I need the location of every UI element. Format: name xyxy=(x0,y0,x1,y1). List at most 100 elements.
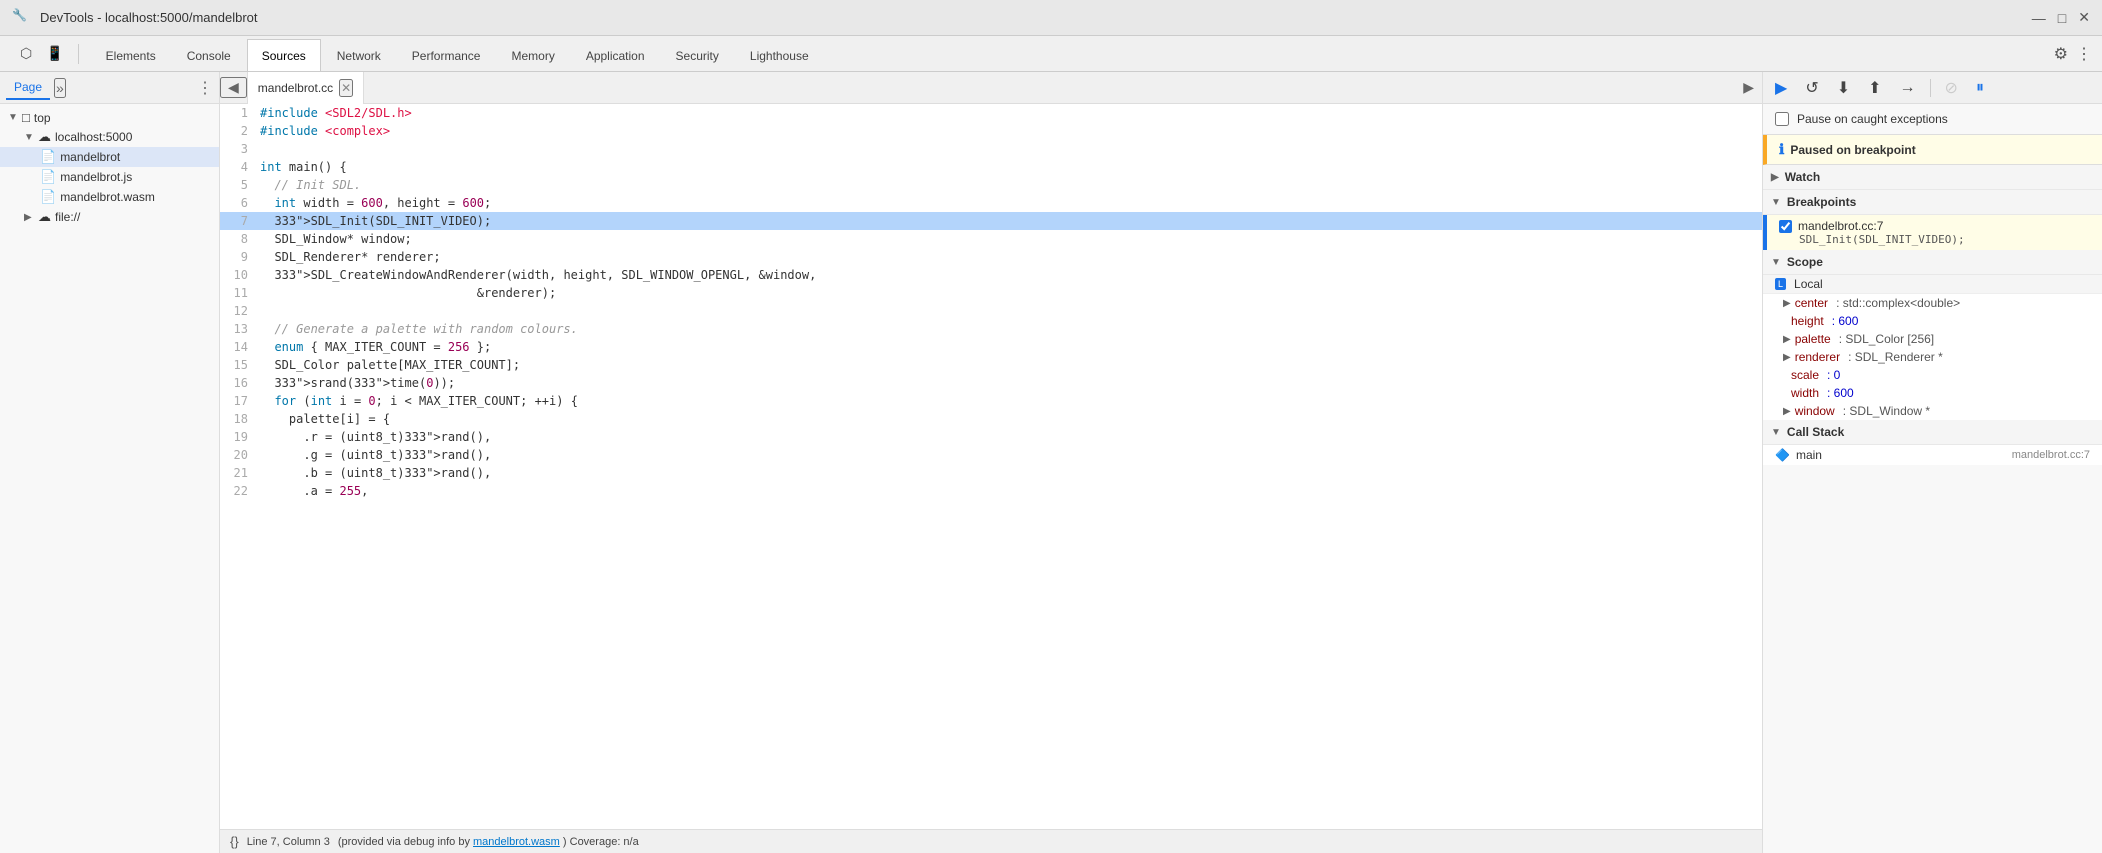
scope-item-window[interactable]: ▶ window : SDL_Window * xyxy=(1763,402,2102,420)
settings-button[interactable]: ⚙ xyxy=(2054,44,2068,64)
tab-elements[interactable]: Elements xyxy=(91,39,171,71)
breakpoint-status: ℹ Paused on breakpoint xyxy=(1763,135,2102,165)
line-content-16: 333">srand(333">time(0)); xyxy=(260,374,1762,392)
code-line-15[interactable]: 15 SDL_Color palette[MAX_ITER_COUNT]; xyxy=(220,356,1762,374)
code-line-5[interactable]: 5 // Init SDL. xyxy=(220,176,1762,194)
scope-key-palette: palette xyxy=(1795,332,1831,346)
tab-performance[interactable]: Performance xyxy=(397,39,496,71)
breakpoints-header[interactable]: ▼ Breakpoints xyxy=(1763,190,2102,215)
maximize-button[interactable]: □ xyxy=(2058,9,2066,26)
code-line-9[interactable]: 9 SDL_Renderer* renderer; xyxy=(220,248,1762,266)
code-editor[interactable]: 1#include <SDL2/SDL.h>2#include <complex… xyxy=(220,104,1762,829)
tab-lighthouse[interactable]: Lighthouse xyxy=(735,39,824,71)
code-line-16[interactable]: 16 333">srand(333">time(0)); xyxy=(220,374,1762,392)
editor-tab-close-button[interactable]: ✕ xyxy=(339,79,353,97)
tab-memory[interactable]: Memory xyxy=(496,39,569,71)
more-options-button[interactable]: ⋮ xyxy=(2076,44,2092,64)
tree-item-top[interactable]: ▼ □ top xyxy=(0,108,219,127)
scope-key-width: width xyxy=(1791,386,1819,400)
scope-item-center[interactable]: ▶ center : std::complex<double> xyxy=(1763,294,2102,312)
scope-key-height: height xyxy=(1791,314,1824,328)
code-line-6[interactable]: 6 int width = 600, height = 600; xyxy=(220,194,1762,212)
tab-security[interactable]: Security xyxy=(661,39,734,71)
panel-menu-button[interactable]: ⋮ xyxy=(197,78,213,98)
scope-value-center: : std::complex<double> xyxy=(1836,296,1960,310)
code-line-11[interactable]: 11 &renderer); xyxy=(220,284,1762,302)
more-tabs-button[interactable]: » xyxy=(54,78,66,98)
scope-item-palette[interactable]: ▶ palette : SDL_Color [256] xyxy=(1763,330,2102,348)
deactivate-breakpoints-button[interactable]: ⊘ xyxy=(1941,76,1962,100)
devtools-icon: 🔧 xyxy=(12,8,32,28)
code-line-17[interactable]: 17 for (int i = 0; i < MAX_ITER_COUNT; +… xyxy=(220,392,1762,410)
editor-tab-mandelbrot[interactable]: mandelbrot.cc ✕ xyxy=(247,72,364,104)
code-line-20[interactable]: 20 .g = (uint8_t)333">rand(), xyxy=(220,446,1762,464)
callstack-header[interactable]: ▼ Call Stack xyxy=(1763,420,2102,445)
code-line-19[interactable]: 19 .r = (uint8_t)333">rand(), xyxy=(220,428,1762,446)
step-into-button[interactable]: ⬇ xyxy=(1833,76,1854,100)
code-line-22[interactable]: 22 .a = 255, xyxy=(220,482,1762,500)
tree-item-mandelbrot[interactable]: 📄 mandelbrot xyxy=(0,147,219,167)
line-number-7: 7 xyxy=(220,212,260,230)
tree-label-top: top xyxy=(34,111,51,125)
page-tab[interactable]: Page xyxy=(6,76,50,100)
code-line-8[interactable]: 8 SDL_Window* window; xyxy=(220,230,1762,248)
debug-sections: ▶ Watch ▼ Breakpoints mandelbrot.cc:7 xyxy=(1763,165,2102,853)
tree-item-mandelbrot-js[interactable]: 📄 mandelbrot.js xyxy=(0,167,219,187)
tab-sources[interactable]: Sources xyxy=(247,39,321,71)
line-number-3: 3 xyxy=(220,140,260,158)
pause-on-exceptions-button[interactable]: ⏸ xyxy=(1972,77,1988,99)
line-content-22: .a = 255, xyxy=(260,482,1762,500)
code-line-4[interactable]: 4int main() { xyxy=(220,158,1762,176)
code-line-21[interactable]: 21 .b = (uint8_t)333">rand(), xyxy=(220,464,1762,482)
callstack-item-main[interactable]: 🔷 main mandelbrot.cc:7 xyxy=(1763,445,2102,465)
code-line-2[interactable]: 2#include <complex> xyxy=(220,122,1762,140)
code-line-18[interactable]: 18 palette[i] = { xyxy=(220,410,1762,428)
scope-header[interactable]: ▼ Scope xyxy=(1763,250,2102,275)
code-line-13[interactable]: 13 // Generate a palette with random col… xyxy=(220,320,1762,338)
device-toolbar-button[interactable]: 📱 xyxy=(42,41,67,66)
line-content-7: 333">SDL_Init(SDL_INIT_VIDEO); xyxy=(260,212,1762,230)
scope-item-renderer[interactable]: ▶ renderer : SDL_Renderer * xyxy=(1763,348,2102,366)
line-content-11: &renderer); xyxy=(260,284,1762,302)
tree-item-mandelbrot-wasm[interactable]: 📄 mandelbrot.wasm xyxy=(0,187,219,207)
scope-local-header[interactable]: L Local xyxy=(1763,275,2102,294)
line-number-2: 2 xyxy=(220,122,260,140)
code-line-10[interactable]: 10 333">SDL_CreateWindowAndRenderer(widt… xyxy=(220,266,1762,284)
step-button[interactable]: → xyxy=(1896,77,1920,99)
line-number-12: 12 xyxy=(220,302,260,320)
tab-icon-separator xyxy=(78,44,79,64)
step-over-button[interactable]: ↺ xyxy=(1801,76,1822,100)
code-line-3[interactable]: 3 xyxy=(220,140,1762,158)
step-out-button[interactable]: ⬆ xyxy=(1864,76,1885,100)
line-number-20: 20 xyxy=(220,446,260,464)
breakpoint-checkbox[interactable] xyxy=(1779,220,1792,233)
code-line-1[interactable]: 1#include <SDL2/SDL.h> xyxy=(220,104,1762,122)
close-button[interactable]: ✕ xyxy=(2078,9,2090,26)
tab-application[interactable]: Application xyxy=(571,39,660,71)
scope-key-scale: scale xyxy=(1791,368,1819,382)
pause-exceptions-checkbox[interactable] xyxy=(1775,112,1789,126)
line-content-10: 333">SDL_CreateWindowAndRenderer(width, … xyxy=(260,266,1762,284)
scope-key-window: window xyxy=(1795,404,1835,418)
editor-tab-back[interactable]: ◀ xyxy=(220,77,247,98)
code-line-7[interactable]: 7 333">SDL_Init(SDL_INIT_VIDEO); xyxy=(220,212,1762,230)
wasm-link[interactable]: mandelbrot.wasm xyxy=(473,836,560,848)
tab-console[interactable]: Console xyxy=(172,39,246,71)
code-line-12[interactable]: 12 xyxy=(220,302,1762,320)
format-button[interactable]: ▶ xyxy=(1741,77,1756,98)
minimize-button[interactable]: — xyxy=(2032,9,2046,26)
line-number-22: 22 xyxy=(220,482,260,500)
tree-item-file[interactable]: ▶ ☁ file:// xyxy=(0,207,219,227)
watch-arrow: ▶ xyxy=(1771,172,1779,183)
tree-label-mandelbrot-js: mandelbrot.js xyxy=(60,170,132,184)
code-line-14[interactable]: 14 enum { MAX_ITER_COUNT = 256 }; xyxy=(220,338,1762,356)
pretty-print-button[interactable]: {} xyxy=(230,834,239,849)
tree-item-localhost[interactable]: ▼ ☁ localhost:5000 xyxy=(0,127,219,147)
watch-header[interactable]: ▶ Watch xyxy=(1763,165,2102,190)
left-panel-tabs: Page » ⋮ xyxy=(0,72,219,104)
inspect-icon-button[interactable]: ⬡ xyxy=(16,41,36,66)
breakpoint-code: SDL_Init(SDL_INIT_VIDEO); xyxy=(1779,233,2090,246)
resume-button[interactable]: ▶ xyxy=(1771,76,1791,100)
line-content-15: SDL_Color palette[MAX_ITER_COUNT]; xyxy=(260,356,1762,374)
tab-network[interactable]: Network xyxy=(322,39,396,71)
